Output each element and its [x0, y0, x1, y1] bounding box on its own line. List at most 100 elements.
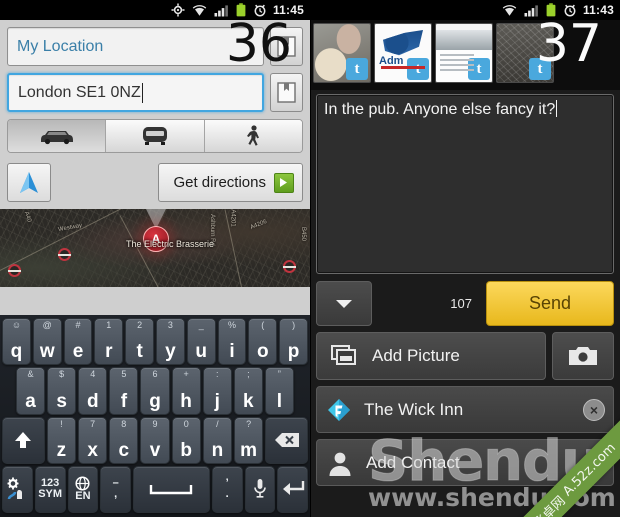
map-view[interactable]: Westway A4206 Ashburn Rd A4201 B450 A40 … — [0, 209, 310, 287]
key-q[interactable]: ☺ q — [2, 318, 31, 366]
destination-input[interactable]: London SE1 0NZ — [7, 73, 264, 112]
navigate-button[interactable] — [7, 163, 51, 202]
onscreen-keyboard[interactable]: ☺ q @ w # e 1r 2t 3y _ u % i (o ) p & a $ s 4d 5… — [0, 315, 310, 517]
key-j[interactable]: :j — [202, 367, 232, 415]
shift-key[interactable] — [2, 416, 45, 464]
car-icon — [40, 131, 73, 145]
travel-mode-selector — [7, 119, 303, 153]
travel-mode-transit[interactable] — [106, 120, 205, 152]
thumbnail-photo-screenshot[interactable]: t — [435, 23, 493, 83]
key-label: r — [105, 341, 113, 363]
key-x[interactable]: 7x — [78, 416, 108, 464]
key-label: o — [256, 341, 269, 363]
microphone-icon — [254, 479, 266, 498]
key-a[interactable]: & a — [16, 367, 46, 415]
left-clock: 11:45 — [272, 3, 304, 17]
key-g[interactable]: 6g — [140, 367, 170, 415]
key-h[interactable]: + h — [171, 367, 201, 415]
key-u[interactable]: _ u — [186, 318, 216, 366]
contact-row[interactable]: Add Contact — [316, 439, 614, 486]
left-status-bar: 11:45 — [0, 0, 310, 20]
key-z[interactable]: ! z — [46, 416, 76, 464]
symbols-key[interactable]: 123 SYM — [34, 465, 66, 513]
send-row: 107 Send — [310, 274, 620, 326]
key-r[interactable]: 1r — [94, 318, 124, 366]
voice-input-key[interactable] — [244, 465, 276, 513]
comma-key[interactable]: – , — [100, 465, 131, 513]
key-k[interactable]: ; k — [233, 367, 263, 415]
key-l[interactable]: ” l — [264, 367, 294, 415]
pedestrian-icon — [246, 125, 259, 146]
key-y[interactable]: 3y — [156, 318, 185, 366]
key-i[interactable]: % i — [217, 318, 247, 366]
battery-icon — [236, 3, 246, 17]
compose-textarea[interactable]: In the pub. Anyone else fancy it? — [316, 94, 614, 274]
key-alt-label: 2 — [137, 320, 143, 330]
destination-bookmark-button[interactable] — [270, 73, 303, 112]
map-road-label: A4206 — [249, 218, 268, 232]
thumbnail-photo-admiral-logo[interactable]: Adm t — [374, 23, 432, 83]
right-status-icons — [502, 3, 577, 17]
key-label: x — [87, 439, 98, 461]
language-key[interactable]: EN — [67, 465, 99, 513]
key-t[interactable]: 2t — [125, 318, 154, 366]
key-n[interactable]: / n — [202, 416, 233, 464]
key-v[interactable]: 9v — [140, 416, 170, 464]
right-phone-screen: 11:43 37 t Adm t t t In the pub. Anyone … — [310, 0, 620, 517]
key-label: n — [211, 439, 224, 461]
key-label: a — [25, 390, 36, 412]
enter-key[interactable] — [277, 465, 308, 513]
destination-value: London SE1 0NZ — [18, 83, 141, 101]
symbols-key-bottom: SYM — [38, 488, 63, 501]
key-c[interactable]: 8c — [109, 416, 139, 464]
key-label: y — [165, 341, 176, 363]
right-clock: 11:43 — [582, 3, 614, 17]
map-poi-label: The Electric Brasserie — [125, 239, 215, 249]
key-alt-label: : — [215, 369, 219, 380]
right-overlay-number: 37 — [535, 14, 602, 74]
foursquare-icon — [328, 398, 350, 421]
key-d[interactable]: 4d — [78, 367, 108, 415]
key-alt-label: 6 — [152, 369, 158, 380]
key-m[interactable]: ? m — [234, 416, 264, 464]
period-key[interactable]: ’ . — [211, 465, 243, 513]
thumbnail-photo-woman-with-dog[interactable]: t — [313, 23, 371, 83]
key-p[interactable]: ) p — [279, 318, 308, 366]
travel-mode-walking[interactable] — [204, 120, 302, 152]
text-caret — [141, 82, 143, 103]
comma-key-bottom: , — [114, 488, 118, 501]
key-alt-label: ; — [247, 369, 250, 380]
language-key-label: EN — [75, 490, 91, 503]
gps-icon — [171, 3, 185, 17]
key-label: m — [240, 439, 258, 461]
key-label: z — [56, 439, 67, 461]
get-directions-button[interactable]: Get directions — [158, 163, 303, 202]
key-f[interactable]: 5f — [109, 367, 139, 415]
map-road-label: Westway — [57, 222, 83, 234]
add-picture-label: Add Picture — [372, 346, 460, 365]
bookmark-icon — [277, 82, 296, 103]
expand-accounts-button[interactable] — [316, 281, 372, 326]
keyboard-row-3: ! z 7x 8c 9v 0b / n ? m — [2, 416, 309, 464]
key-alt-label: ☺ — [11, 320, 22, 330]
twitter-badge-icon: t — [407, 58, 429, 80]
bus-icon — [142, 127, 167, 145]
key-w[interactable]: @ w — [32, 318, 62, 366]
backspace-key[interactable] — [265, 416, 309, 464]
send-button[interactable]: Send — [486, 281, 614, 326]
key-s[interactable]: $ s — [47, 367, 77, 415]
person-icon — [329, 452, 351, 476]
place-row[interactable]: The Wick Inn × — [316, 386, 614, 433]
key-e[interactable]: # e — [63, 318, 93, 366]
space-key[interactable] — [133, 465, 210, 513]
input-settings-key[interactable] — [2, 465, 33, 513]
key-o[interactable]: (o — [248, 318, 278, 366]
key-alt-label: @ — [42, 320, 52, 330]
battery-icon — [546, 3, 556, 17]
key-b[interactable]: 0b — [171, 416, 201, 464]
add-picture-button[interactable]: Add Picture — [316, 332, 546, 380]
camera-button[interactable] — [552, 332, 614, 380]
travel-mode-car[interactable] — [8, 120, 107, 152]
key-alt-label: 3 — [167, 320, 173, 330]
close-icon[interactable]: × — [583, 398, 605, 421]
